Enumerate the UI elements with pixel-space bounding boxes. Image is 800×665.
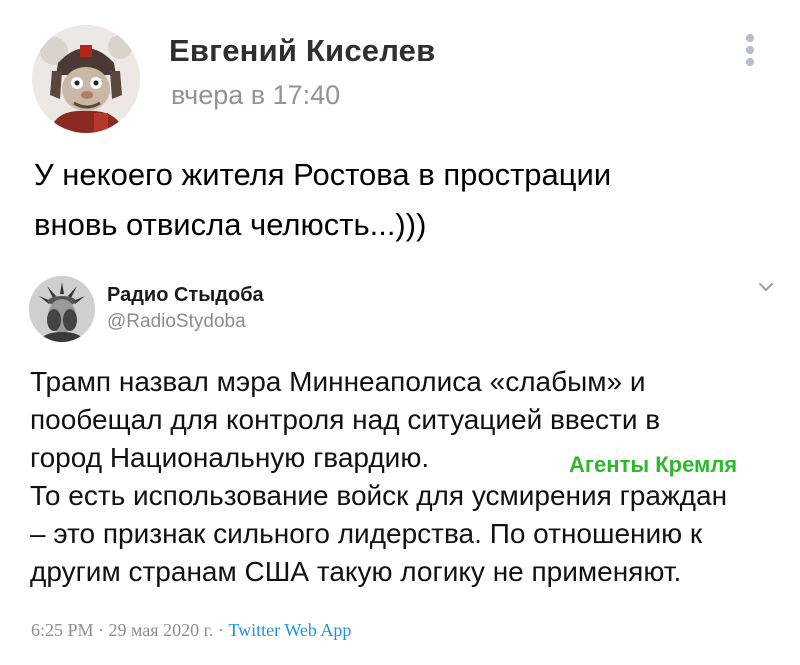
tweet-author-handle[interactable]: @RadioStydoba bbox=[107, 311, 246, 333]
post-timestamp[interactable]: вчера в 17:40 bbox=[171, 80, 340, 111]
tweet-avatar-image bbox=[29, 276, 95, 342]
meta-separator: · bbox=[217, 620, 224, 640]
more-vertical-icon[interactable] bbox=[730, 30, 770, 80]
post-card: Евгений Киселев вчера в 17:40 У некоего … bbox=[0, 0, 800, 665]
tweet-author-name[interactable]: Радио Стыдоба bbox=[107, 284, 264, 307]
tweet-time[interactable]: 6:25 PM bbox=[31, 620, 94, 640]
tweet-text-line: Трамп назвал мэра Миннеаполиса «слабым» … bbox=[30, 366, 646, 397]
chevron-down-icon[interactable] bbox=[755, 279, 777, 295]
tweet-text-line: другим странам США такую логику не приме… bbox=[30, 556, 682, 587]
tweet-date[interactable]: 29 мая 2020 г. bbox=[109, 620, 214, 640]
post-text-line: У некоего жителя Ростова в прострации bbox=[34, 157, 612, 192]
menu-dot bbox=[746, 58, 754, 66]
meta-separator: · bbox=[98, 620, 105, 640]
tweet-source-link[interactable]: Twitter Web App bbox=[228, 620, 351, 640]
author-avatar[interactable] bbox=[32, 25, 140, 133]
tweet-meta: 6:25 PM · 29 мая 2020 г. · Twitter Web A… bbox=[31, 620, 351, 641]
menu-dot bbox=[746, 46, 754, 54]
tweet-text-line: – это признак сильного лидерства. По отн… bbox=[30, 518, 703, 549]
tweet-text-line: пообещал для контроля над ситуацией ввес… bbox=[30, 404, 661, 435]
post-text: У некоего жителя Ростова в прострации вн… bbox=[34, 150, 754, 250]
menu-dot bbox=[746, 34, 754, 42]
author-avatar-image bbox=[32, 25, 140, 133]
overlay-label: Агенты Кремля bbox=[569, 452, 738, 477]
post-text-line: вновь отвисла челюсть...))) bbox=[34, 207, 427, 242]
author-name[interactable]: Евгений Киселев bbox=[169, 33, 435, 69]
tweet-author-avatar[interactable] bbox=[29, 276, 95, 342]
tweet-text-line: То есть использование войск для усмирени… bbox=[30, 480, 728, 511]
